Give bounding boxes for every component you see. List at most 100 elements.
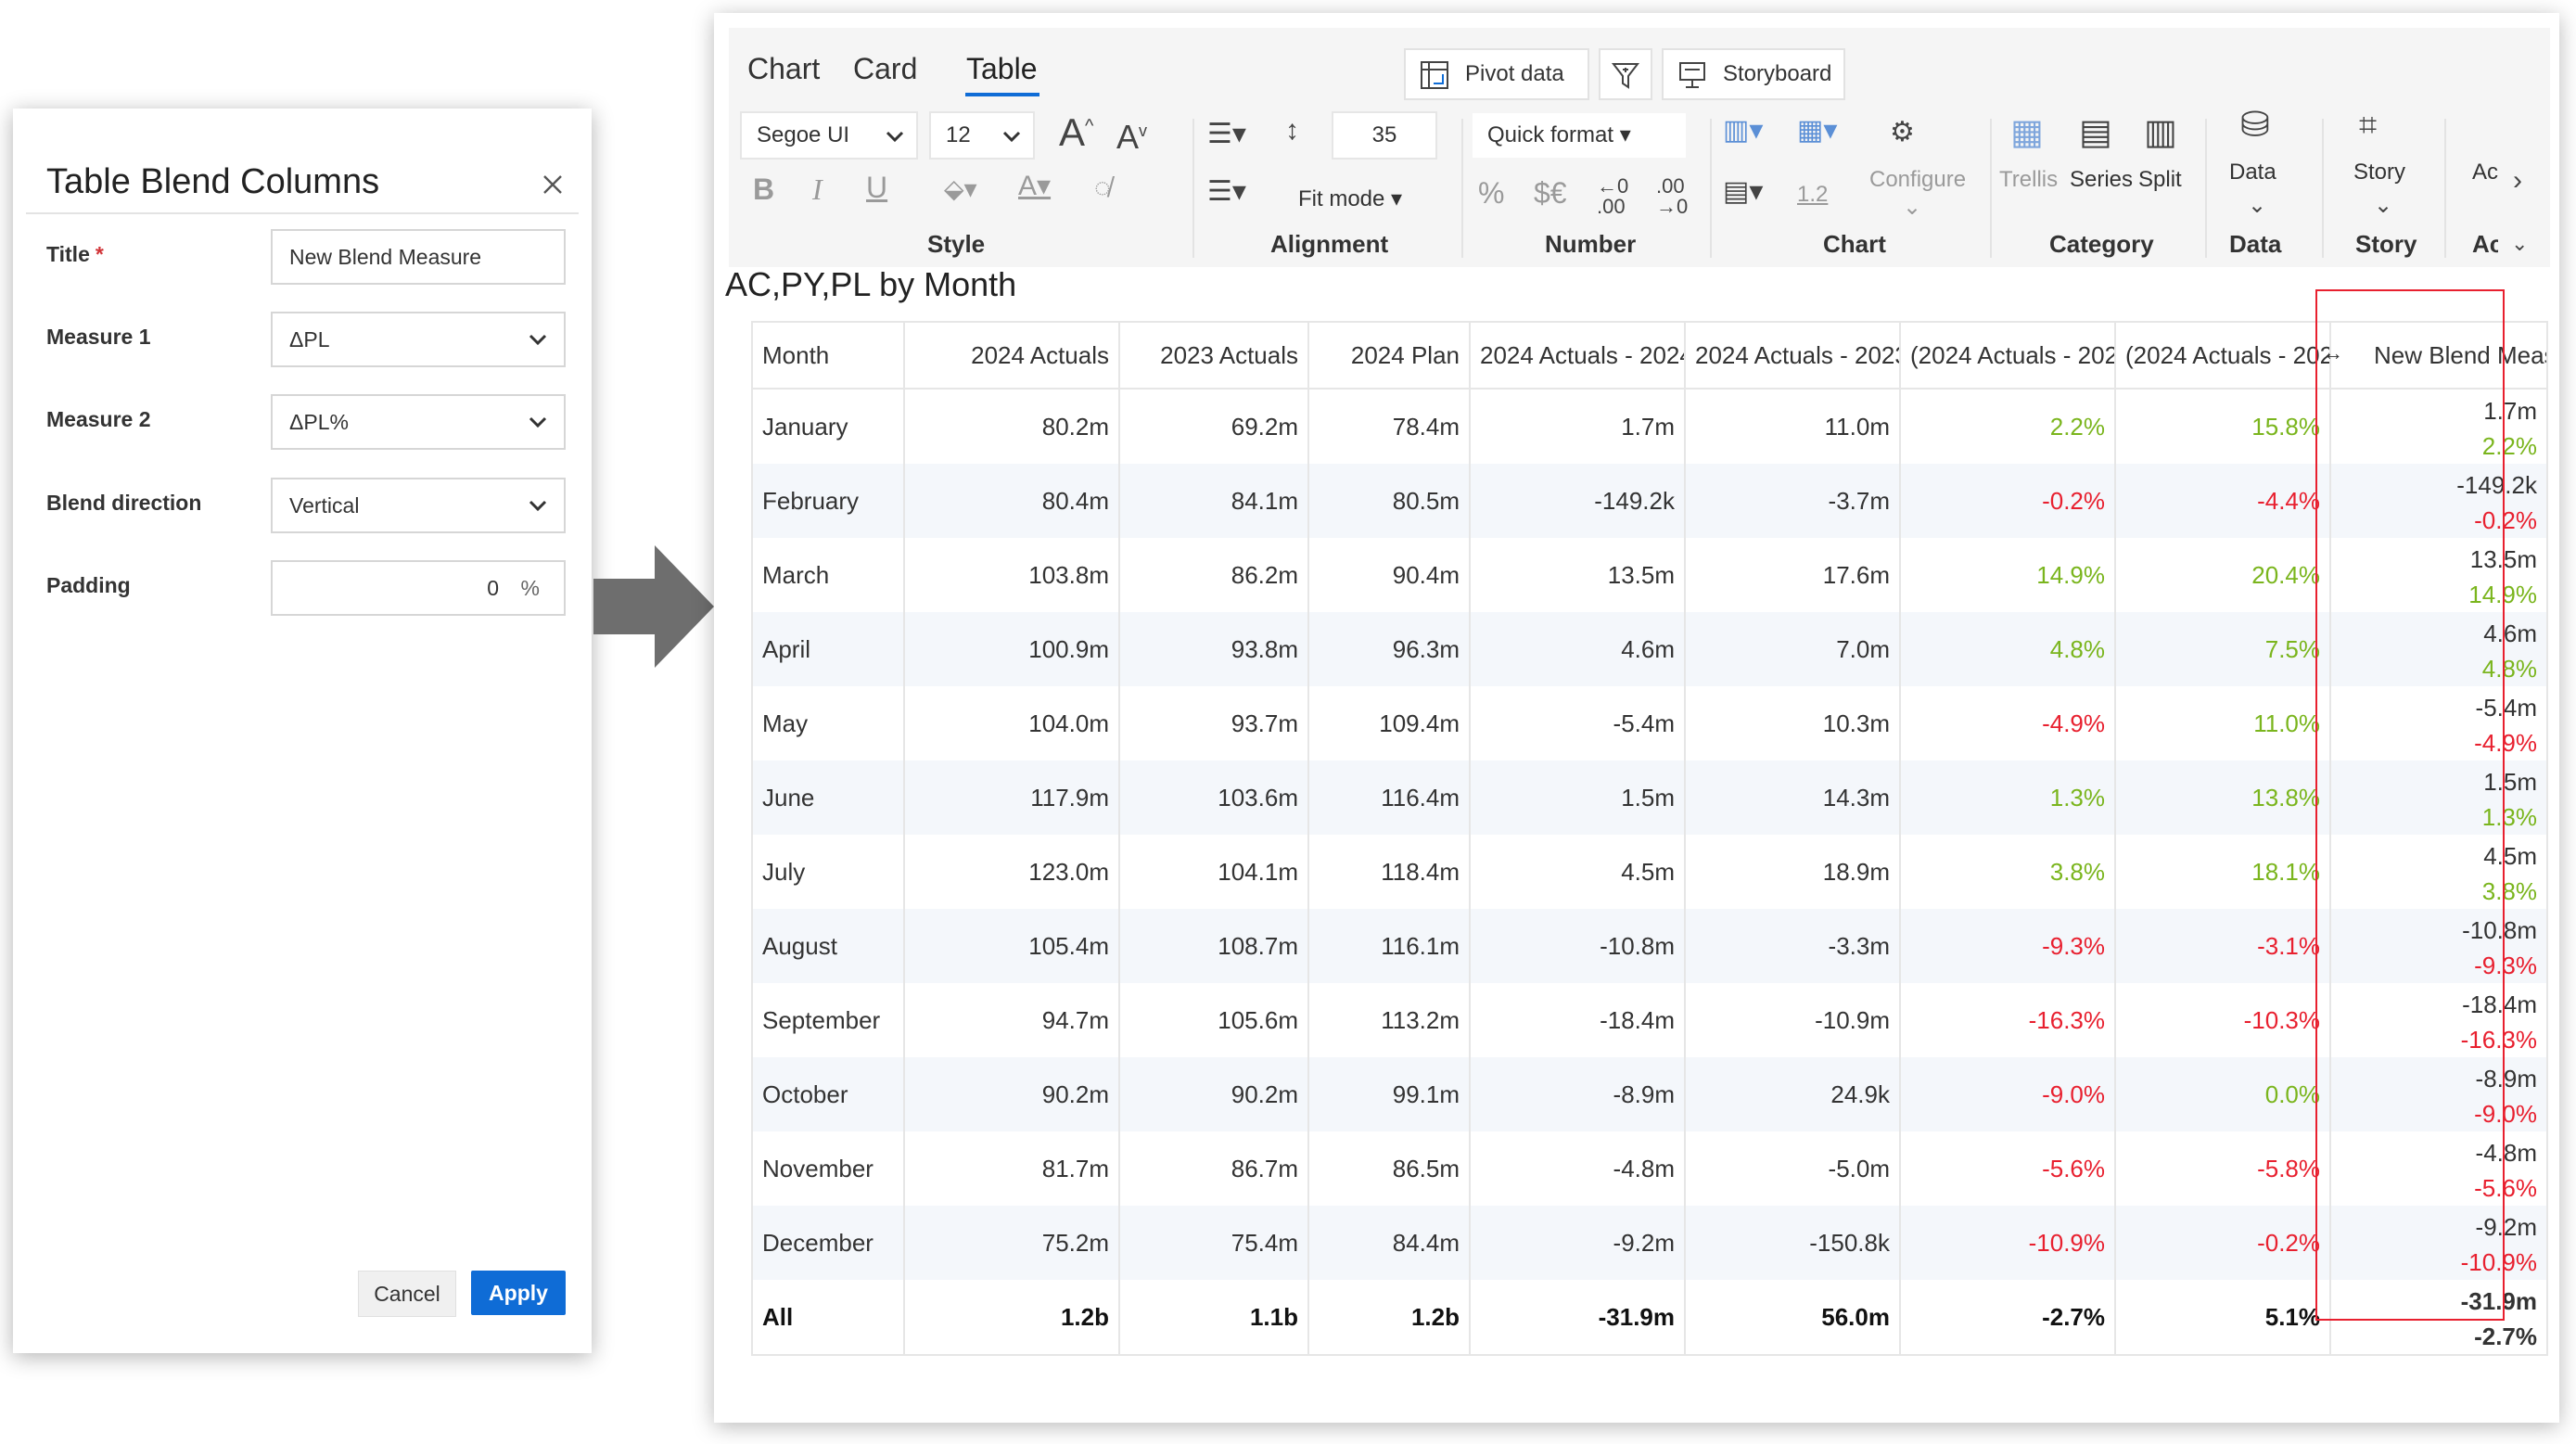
chevron-down-icon[interactable]: ⌄ (1903, 197, 1921, 219)
table-row[interactable]: April 100.9m 93.8m 96.3m 4.6m 7.0m 4.8% 7.5% 4.6… (751, 612, 2548, 686)
blend-direction-field-row: Blend direction Vertical (46, 478, 566, 535)
column-header[interactable]: (2024 Actuals - 2023 (2115, 321, 2331, 390)
trellis-icon[interactable]: ▦ (2010, 115, 2044, 150)
column-header[interactable]: 2024 Actuals - 2023 (1685, 321, 1901, 390)
column-resize-icon[interactable]: ↔ (2323, 341, 2343, 365)
chevron-down-icon (886, 131, 904, 143)
table-row[interactable]: May 104.0m 93.7m 109.4m -5.4m 10.3m -4.9% 11.0%… (751, 686, 2548, 760)
decimal-format-button[interactable]: 1.2 (1797, 182, 1828, 208)
font-family-select[interactable]: Segoe UI (740, 111, 918, 160)
increase-font-icon[interactable]: A^ (1059, 113, 1093, 152)
tab-table[interactable]: Table (966, 52, 1038, 86)
row-label-cell: September (751, 983, 905, 1057)
column-header[interactable]: (2024 Actuals - 2024 (1900, 321, 2116, 390)
split-icon[interactable]: ▥ (2144, 115, 2177, 150)
series-icon[interactable]: ▤ (2079, 115, 2112, 150)
underline-icon[interactable]: U (866, 173, 887, 202)
column-header[interactable]: 2023 Actuals (1119, 321, 1309, 390)
table-cell: 7.0m (1685, 612, 1901, 686)
table-row[interactable]: March 103.8m 86.2m 90.4m 13.5m 17.6m 14.9% 20.4… (751, 538, 2548, 612)
table-row[interactable]: February 80.4m 84.1m 80.5m -149.2k -3.7m -0.2%… (751, 464, 2548, 538)
horizontal-align-icon[interactable]: ☰▾ (1207, 121, 1246, 148)
measure2-select[interactable]: ΔPL% (271, 394, 566, 450)
bar-chart-icon[interactable]: ▥▾ (1723, 117, 1763, 145)
configure-button[interactable]: Configure (1869, 167, 1966, 193)
table-row[interactable]: November 81.7m 86.7m 86.5m -4.8m -5.0m -5.6% -5… (751, 1131, 2548, 1206)
chevron-right-icon[interactable]: › (2513, 167, 2522, 195)
chevron-down-icon[interactable]: ⌄ (2511, 234, 2528, 254)
table-row[interactable]: July 123.0m 104.1m 118.4m 4.5m 18.9m 3.8% 18.1%… (751, 835, 2548, 909)
story-button-label[interactable]: Story (2353, 160, 2405, 185)
table-cell: 0.0% (2115, 1057, 2331, 1131)
data-icon[interactable]: ⛁ (2240, 108, 2270, 143)
story-group-label: Story (2355, 230, 2417, 258)
italic-icon[interactable]: I (812, 174, 823, 204)
table-cell: 5.1% (2115, 1280, 2331, 1356)
currency-icon[interactable]: $€ (1534, 178, 1567, 208)
variance-chart-icon[interactable]: ▦▾ (1797, 117, 1837, 145)
row-height-input[interactable]: 35 (1332, 111, 1437, 160)
chart-settings-icon[interactable]: ⚙ (1890, 119, 1915, 147)
cancel-button[interactable]: Cancel (358, 1271, 456, 1317)
blend-direction-select[interactable]: Vertical (271, 478, 566, 533)
storyboard-button[interactable]: Storyboard (1662, 48, 1845, 100)
fit-mode-dropdown[interactable]: Fit mode ▾ (1298, 185, 1402, 212)
table-cell: -10.8m (1470, 909, 1686, 983)
vertical-align-icon[interactable]: ☰▾ (1207, 178, 1246, 206)
table-cell: 13.8% (2115, 760, 2331, 835)
table-row[interactable]: June 117.9m 103.6m 116.4m 1.5m 14.3m 1.3% 13.8%… (751, 760, 2548, 835)
chart-layout-icon[interactable]: ▤▾ (1723, 178, 1763, 206)
ac-button-label[interactable]: Ac (2472, 160, 2498, 185)
table-cell: -8.9m (1470, 1057, 1686, 1131)
fill-color-icon[interactable]: ⬙▾ (944, 176, 977, 202)
table-total-row[interactable]: All 1.2b 1.1b 1.2b -31.9m 56.0m -2.7% 5.1% -31.9… (751, 1280, 2548, 1356)
column-header[interactable]: Month (751, 321, 905, 390)
row-label-cell: June (751, 760, 905, 835)
padding-input[interactable]: 0 % (271, 560, 566, 616)
quick-format-select[interactable]: Quick format ▾ (1471, 111, 1688, 160)
table-cell: 90.2m (904, 1057, 1120, 1131)
filter-button[interactable] (1599, 48, 1652, 100)
pivot-icon (1421, 61, 1448, 89)
table-cell: 80.2m (904, 389, 1120, 464)
measure1-select[interactable]: ΔPL (271, 312, 566, 367)
filter-icon (1611, 63, 1640, 89)
column-header[interactable]: 2024 Plan (1308, 321, 1471, 390)
increase-decimals-icon[interactable]: .00 →0 (1656, 176, 1688, 217)
table-cell: -10.3% (2115, 983, 2331, 1057)
apply-button[interactable]: Apply (471, 1271, 566, 1315)
line-height-icon[interactable]: ↕ (1285, 117, 1299, 145)
table-row[interactable]: September 94.7m 105.6m 113.2m -18.4m -10.9m -1… (751, 983, 2548, 1057)
story-icon[interactable]: ⌗ (2359, 109, 2377, 141)
tab-card[interactable]: Card (853, 52, 917, 86)
chevron-down-icon[interactable]: ⌄ (2374, 195, 2392, 217)
table-cell: 7.5% (2115, 612, 2331, 686)
font-size-select[interactable]: 12 (929, 111, 1035, 160)
table-cell: -2.7% (1900, 1280, 2116, 1356)
table-row[interactable]: January 80.2m 69.2m 78.4m 1.7m 11.0m 2.2% 15.8%… (751, 389, 2548, 464)
table-cell: 103.6m (1119, 760, 1309, 835)
column-header[interactable]: 2024 Actuals (904, 321, 1120, 390)
decrease-decimals-icon[interactable]: ←0.00 (1597, 176, 1628, 217)
data-button-label[interactable]: Data (2229, 160, 2276, 185)
table-row[interactable]: August 105.4m 108.7m 116.1m -10.8m -3.3m -9.3%… (751, 909, 2548, 983)
table-row[interactable]: December 75.2m 75.4m 84.4m -9.2m -150.8k -10.9… (751, 1206, 2548, 1280)
data-table: Month 2024 Actuals 2023 Actuals 2024 Pla… (751, 321, 2548, 1356)
table-cell: 24.9k (1685, 1057, 1901, 1131)
percent-icon[interactable]: % (1478, 178, 1504, 208)
table-cell: 14.9% (1900, 538, 2116, 612)
table-cell: 3.8% (1900, 835, 2116, 909)
table-row[interactable]: October 90.2m 90.2m 99.1m -8.9m 24.9k -9.0% 0.0… (751, 1057, 2548, 1131)
tab-chart[interactable]: Chart (747, 52, 820, 86)
pivot-data-button[interactable]: Pivot data (1404, 48, 1589, 100)
chevron-down-icon[interactable]: ⌄ (2248, 195, 2266, 217)
hide-icon[interactable]: ◌̸ (1094, 174, 1111, 202)
decrease-font-icon[interactable]: Av (1116, 121, 1147, 154)
column-header[interactable]: 2024 Actuals - 2024 (1470, 321, 1686, 390)
font-color-icon[interactable]: A▾ (1018, 173, 1051, 200)
title-input[interactable]: New Blend Measure (271, 229, 566, 285)
close-icon[interactable] (536, 170, 569, 203)
report-title: AC,PY,PL by Month (725, 265, 1017, 303)
bold-icon[interactable]: B (753, 174, 774, 204)
table-cell: 109.4m (1308, 686, 1471, 760)
